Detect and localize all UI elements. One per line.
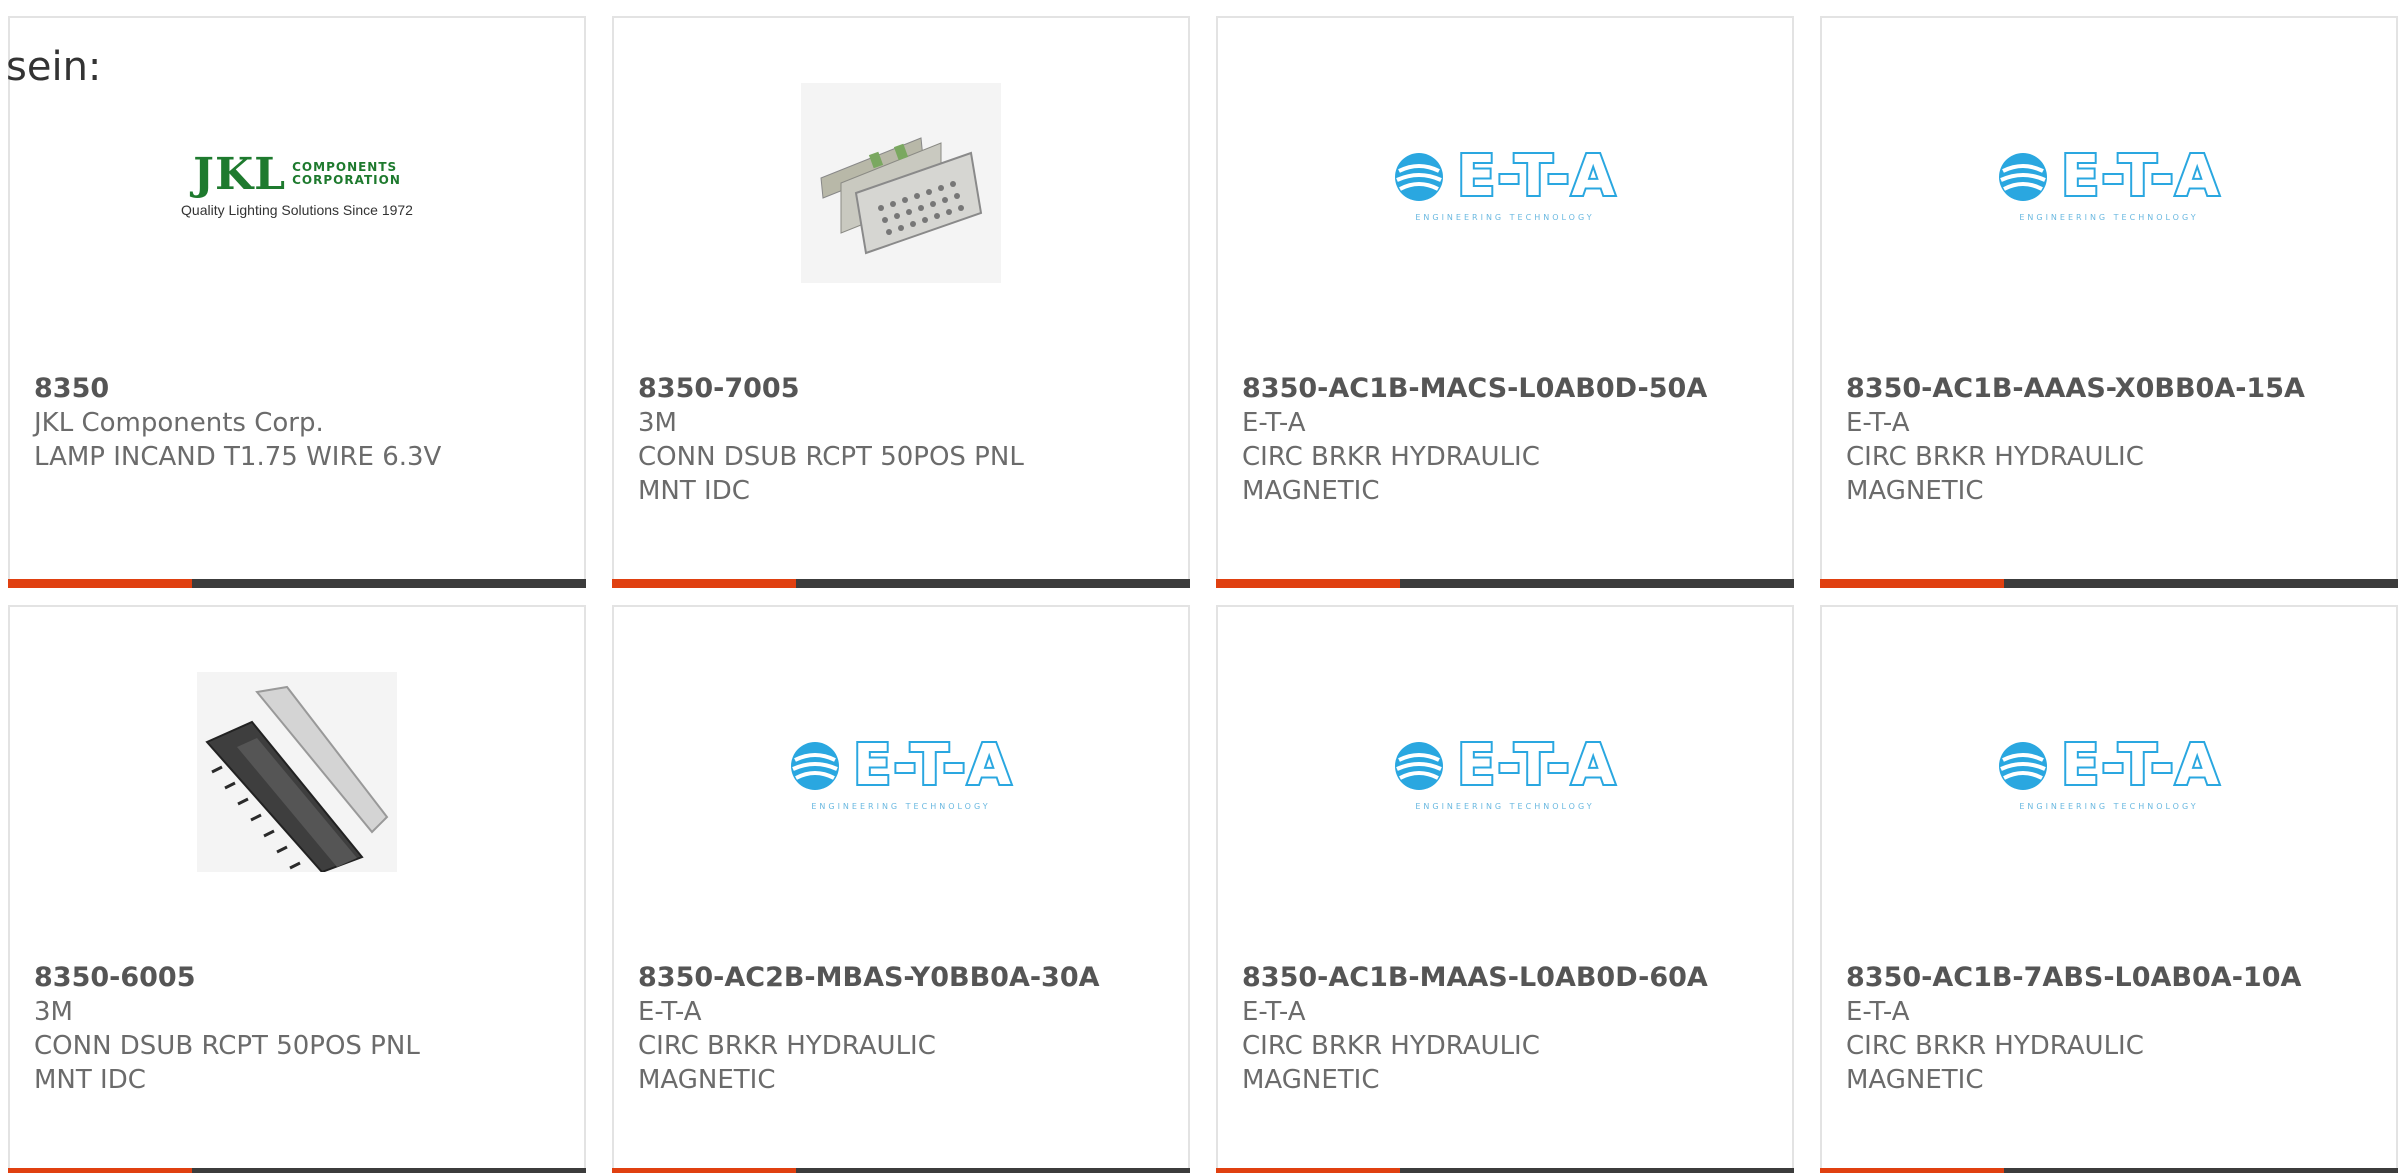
manufacturer: E-T-A [1846, 408, 1910, 438]
product-info: 8350-AC1B-MAAS-L0AB0D-60A E-T-A CIRC BRK… [1242, 961, 1772, 1097]
manufacturer: 3M [34, 997, 73, 1027]
description-line: CIRC BRKR HYDRAULIC [1846, 1031, 2144, 1061]
idc-connector-photo [197, 672, 397, 872]
product-info: 8350-6005 3M CONN DSUB RCPT 50POS PNL MN… [34, 961, 564, 1097]
card-accent-bar [1820, 579, 2004, 588]
description-line: MNT IDC [638, 476, 750, 506]
eta-logo: E-T-A ENGINEERING TECHNOLOGY [1997, 142, 2221, 222]
product-image: E-T-A ENGINEERING TECHNOLOGY [1822, 78, 2396, 288]
jkl-logo-mark: JKL [193, 148, 287, 200]
eta-logo-tagline: ENGINEERING TECHNOLOGY [1415, 802, 1595, 811]
part-number[interactable]: 8350-AC1B-AAAS-X0BB0A-15A [1846, 372, 2376, 406]
manufacturer: E-T-A [1242, 997, 1306, 1027]
product-card[interactable]: E-T-A ENGINEERING TECHNOLOGY 8350-AC2B-M… [612, 605, 1190, 1173]
product-card[interactable]: JKL COMPONENTS CORPORATION Quality Light… [8, 16, 586, 588]
description-line: MAGNETIC [1846, 1065, 1984, 1095]
eta-globe-icon [791, 741, 840, 790]
product-image [614, 78, 1188, 288]
product-info: 8350-AC1B-7ABS-L0AB0A-10A E-T-A CIRC BRK… [1846, 961, 2376, 1097]
card-accent-bar [1820, 1168, 2004, 1173]
part-number[interactable]: 8350-AC1B-MAAS-L0AB0D-60A [1242, 961, 1772, 995]
card-bottom-bar [612, 1168, 1190, 1173]
eta-globe-icon [1999, 741, 2048, 790]
part-number[interactable]: 8350-6005 [34, 961, 564, 995]
product-card[interactable]: 8350-7005 3M CONN DSUB RCPT 50POS PNL MN… [612, 16, 1190, 588]
eta-logo-tagline: ENGINEERING TECHNOLOGY [811, 802, 991, 811]
product-card[interactable]: E-T-A ENGINEERING TECHNOLOGY 8350-AC1B-7… [1820, 605, 2398, 1173]
description-line: CIRC BRKR HYDRAULIC [1846, 442, 2144, 472]
eta-logo-word: E-T-A [2059, 142, 2221, 211]
description-line: MNT IDC [34, 1065, 146, 1095]
description-line: CIRC BRKR HYDRAULIC [1242, 1031, 1540, 1061]
part-number[interactable]: 8350-AC1B-7ABS-L0AB0A-10A [1846, 961, 2376, 995]
eta-logo-word: E-T-A [1455, 142, 1617, 211]
eta-logo-word: E-T-A [2059, 731, 2221, 800]
manufacturer: E-T-A [1242, 408, 1306, 438]
part-number[interactable]: 8350 [34, 372, 564, 406]
manufacturer: 3M [638, 408, 677, 438]
description-line: CONN DSUB RCPT 50POS PNL [638, 442, 1024, 472]
manufacturer: E-T-A [638, 997, 702, 1027]
part-number[interactable]: 8350-AC2B-MBAS-Y0BB0A-30A [638, 961, 1168, 995]
description-line: MAGNETIC [1242, 1065, 1380, 1095]
manufacturer: E-T-A [1846, 997, 1910, 1027]
part-number[interactable]: 8350-AC1B-MACS-L0AB0D-50A [1242, 372, 1772, 406]
jkl-logo-slogan: Quality Lighting Solutions Since 1972 [181, 201, 413, 218]
eta-logo-tagline: ENGINEERING TECHNOLOGY [2019, 802, 2199, 811]
product-image: E-T-A ENGINEERING TECHNOLOGY [1218, 78, 1792, 288]
eta-globe-icon [1999, 152, 2048, 201]
product-image: JKL COMPONENTS CORPORATION Quality Light… [10, 78, 584, 288]
description-line: CONN DSUB RCPT 50POS PNL [34, 1031, 420, 1061]
product-image [10, 667, 584, 877]
card-bottom-bar [8, 579, 586, 588]
card-accent-bar [612, 579, 796, 588]
eta-logo-tagline: ENGINEERING TECHNOLOGY [2019, 213, 2199, 222]
product-info: 8350-AC1B-AAAS-X0BB0A-15A E-T-A CIRC BRK… [1846, 372, 2376, 508]
eta-logo-tagline: ENGINEERING TECHNOLOGY [1415, 213, 1595, 222]
product-info: 8350-AC2B-MBAS-Y0BB0A-30A E-T-A CIRC BRK… [638, 961, 1168, 1097]
eta-logo-word: E-T-A [851, 731, 1013, 800]
description-line: MAGNETIC [1846, 476, 1984, 506]
product-card[interactable]: 8350-6005 3M CONN DSUB RCPT 50POS PNL MN… [8, 605, 586, 1173]
card-bottom-bar [1820, 579, 2398, 588]
product-card[interactable]: E-T-A ENGINEERING TECHNOLOGY 8350-AC1B-M… [1216, 16, 1794, 588]
dsub-connector-photo [801, 83, 1001, 283]
card-accent-bar [8, 579, 192, 588]
description-line: LAMP INCAND T1.75 WIRE 6.3V [34, 442, 442, 472]
description-line: MAGNETIC [1242, 476, 1380, 506]
product-info: 8350 JKL Components Corp. LAMP INCAND T1… [34, 372, 564, 474]
eta-logo-word: E-T-A [1455, 731, 1617, 800]
eta-globe-icon [1395, 741, 1444, 790]
eta-logo: E-T-A ENGINEERING TECHNOLOGY [1393, 731, 1617, 811]
part-number[interactable]: 8350-7005 [638, 372, 1168, 406]
eta-logo: E-T-A ENGINEERING TECHNOLOGY [1997, 731, 2221, 811]
intro-text: sein: [6, 44, 102, 90]
card-accent-bar [1216, 579, 1400, 588]
manufacturer: JKL Components Corp. [34, 408, 324, 438]
product-image: E-T-A ENGINEERING TECHNOLOGY [614, 667, 1188, 877]
card-bottom-bar [8, 1168, 586, 1173]
product-card[interactable]: E-T-A ENGINEERING TECHNOLOGY 8350-AC1B-A… [1820, 16, 2398, 588]
product-image: E-T-A ENGINEERING TECHNOLOGY [1822, 667, 2396, 877]
product-image: E-T-A ENGINEERING TECHNOLOGY [1218, 667, 1792, 877]
description-line: CIRC BRKR HYDRAULIC [1242, 442, 1540, 472]
card-bottom-bar [1216, 579, 1794, 588]
product-info: 8350-AC1B-MACS-L0AB0D-50A E-T-A CIRC BRK… [1242, 372, 1772, 508]
jkl-logo: JKL COMPONENTS CORPORATION Quality Light… [181, 149, 413, 218]
eta-logo: E-T-A ENGINEERING TECHNOLOGY [1393, 142, 1617, 222]
description-line: CIRC BRKR HYDRAULIC [638, 1031, 936, 1061]
jkl-logo-line2: CORPORATION [292, 173, 401, 187]
card-bottom-bar [612, 579, 1190, 588]
card-bottom-bar [1216, 1168, 1794, 1173]
eta-logo: E-T-A ENGINEERING TECHNOLOGY [789, 731, 1013, 811]
description-line: MAGNETIC [638, 1065, 776, 1095]
product-card[interactable]: E-T-A ENGINEERING TECHNOLOGY 8350-AC1B-M… [1216, 605, 1794, 1173]
product-grid: sein: JKL COMPONENTS CORPORATION Quality… [0, 0, 2400, 1173]
card-accent-bar [8, 1168, 192, 1173]
eta-globe-icon [1395, 152, 1444, 201]
card-accent-bar [612, 1168, 796, 1173]
card-bottom-bar [1820, 1168, 2398, 1173]
product-info: 8350-7005 3M CONN DSUB RCPT 50POS PNL MN… [638, 372, 1168, 508]
card-accent-bar [1216, 1168, 1400, 1173]
